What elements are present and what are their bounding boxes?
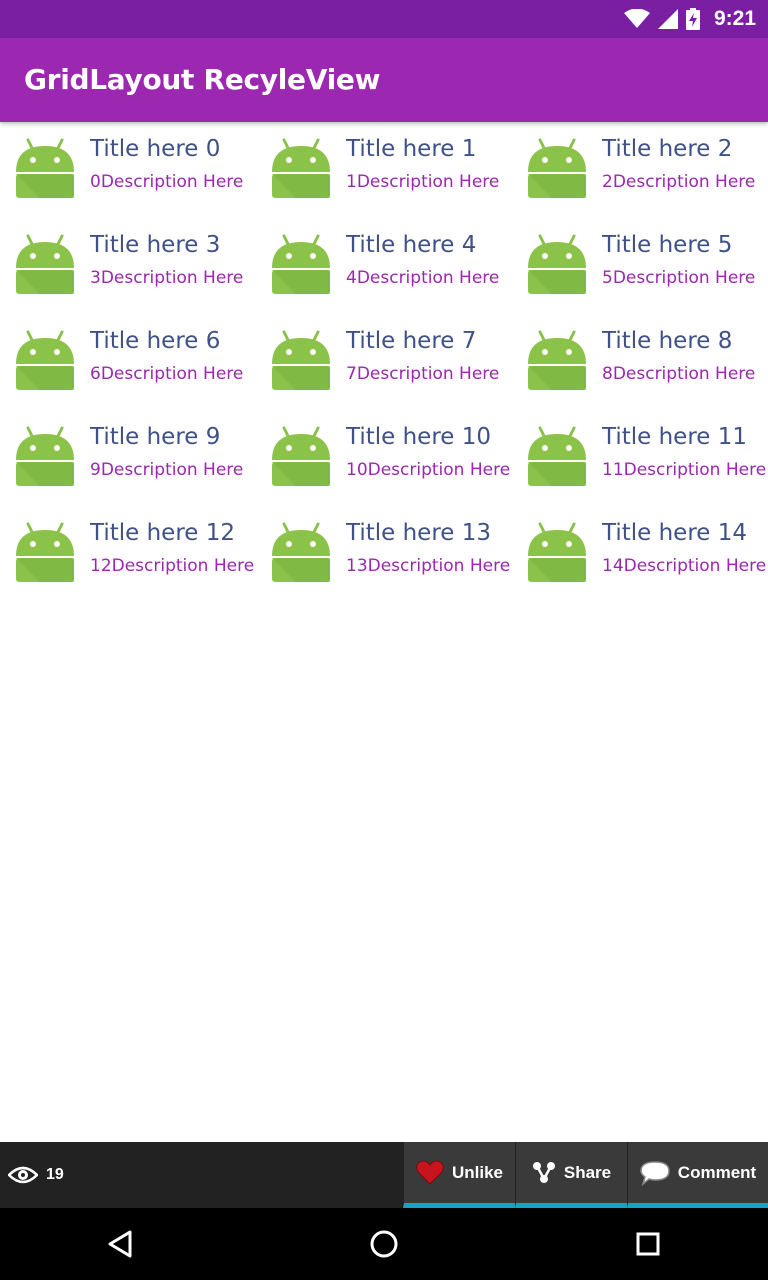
grid-row: Title here 12 12Description Here Title he… bbox=[0, 506, 768, 602]
item-description: 5Description Here bbox=[602, 268, 756, 288]
item-title: Title here 6 bbox=[90, 328, 221, 354]
grid-item[interactable]: Title here 0 0Description Here bbox=[0, 122, 256, 218]
item-title: Title here 9 bbox=[90, 424, 221, 450]
status-bar: 9:21 bbox=[0, 0, 768, 38]
android-robot-icon bbox=[526, 138, 588, 200]
views-counter: 19 bbox=[0, 1142, 403, 1208]
item-description: 1Description Here bbox=[346, 172, 500, 192]
android-robot-icon bbox=[270, 234, 332, 296]
item-description: 12Description Here bbox=[90, 556, 255, 576]
grid-item[interactable]: Title here 10 10Description Here bbox=[256, 410, 512, 506]
grid-row: Title here 0 0Description Here Title here… bbox=[0, 122, 768, 218]
android-robot-icon bbox=[270, 138, 332, 200]
grid-item[interactable]: Title here 9 9Description Here bbox=[0, 410, 256, 506]
signal-icon bbox=[657, 9, 678, 29]
item-title: Title here 8 bbox=[602, 328, 733, 354]
grid-item[interactable]: Title here 5 5Description Here bbox=[512, 218, 768, 314]
comment-label: Comment bbox=[677, 1162, 757, 1182]
share-button[interactable]: Share bbox=[515, 1142, 627, 1208]
item-description: 13Description Here bbox=[346, 556, 511, 576]
android-robot-icon bbox=[14, 522, 76, 584]
item-description: 4Description Here bbox=[346, 268, 500, 288]
item-title: Title here 11 bbox=[602, 424, 748, 450]
android-robot-icon bbox=[526, 522, 588, 584]
android-robot-icon bbox=[14, 234, 76, 296]
grid-item[interactable]: Title here 2 2Description Here bbox=[512, 122, 768, 218]
item-title: Title here 3 bbox=[90, 232, 221, 258]
android-robot-icon bbox=[270, 522, 332, 584]
bottom-action-bar: 19 Unlike Share Comment bbox=[0, 1142, 768, 1208]
status-time: 9:21 bbox=[713, 7, 756, 30]
android-robot-icon bbox=[14, 330, 76, 392]
views-count: 19 bbox=[46, 1166, 64, 1183]
item-description: 10Description Here bbox=[346, 460, 511, 480]
item-title: Title here 1 bbox=[346, 136, 477, 162]
item-description: 0Description Here bbox=[90, 172, 244, 192]
grid-item[interactable]: Title here 14 14Description Here bbox=[512, 506, 768, 602]
home-circle-icon[interactable] bbox=[366, 1226, 402, 1262]
android-robot-icon bbox=[14, 426, 76, 488]
item-title: Title here 5 bbox=[602, 232, 733, 258]
grid-item[interactable]: Title here 12 12Description Here bbox=[0, 506, 256, 602]
grid-item[interactable]: Title here 13 13Description Here bbox=[256, 506, 512, 602]
unlike-label: Unlike bbox=[451, 1162, 504, 1182]
battery-charging-icon bbox=[685, 8, 700, 30]
wifi-icon bbox=[623, 9, 650, 28]
recents-square-icon[interactable] bbox=[630, 1226, 666, 1262]
grid-item[interactable]: Title here 7 7Description Here bbox=[256, 314, 512, 410]
comment-bubble-icon bbox=[640, 1160, 670, 1186]
item-description: 7Description Here bbox=[346, 364, 500, 384]
item-title: Title here 0 bbox=[90, 136, 221, 162]
item-title: Title here 13 bbox=[346, 520, 492, 546]
comment-button[interactable]: Comment bbox=[627, 1142, 768, 1208]
share-icon bbox=[532, 1161, 555, 1183]
item-description: 2Description Here bbox=[602, 172, 756, 192]
item-title: Title here 4 bbox=[346, 232, 477, 258]
item-description: 8Description Here bbox=[602, 364, 756, 384]
item-description: 9Description Here bbox=[90, 460, 244, 480]
item-description: 3Description Here bbox=[90, 268, 244, 288]
item-title: Title here 2 bbox=[602, 136, 733, 162]
app-title: GridLayout RecyleView bbox=[24, 63, 381, 96]
grid-list: Title here 0 0Description Here Title here… bbox=[0, 122, 768, 602]
item-title: Title here 7 bbox=[346, 328, 477, 354]
grid-item[interactable]: Title here 6 6Description Here bbox=[0, 314, 256, 410]
item-title: Title here 14 bbox=[602, 520, 748, 546]
android-robot-icon bbox=[14, 138, 76, 200]
app-bar: GridLayout RecyleView bbox=[0, 38, 768, 122]
back-triangle-icon[interactable] bbox=[102, 1226, 138, 1262]
share-label: Share bbox=[563, 1162, 612, 1182]
grid-item[interactable]: Title here 3 3Description Here bbox=[0, 218, 256, 314]
eye-icon bbox=[8, 1166, 38, 1184]
item-description: 11Description Here bbox=[602, 460, 767, 480]
android-robot-icon bbox=[526, 330, 588, 392]
grid-row: Title here 9 9Description Here Title here… bbox=[0, 410, 768, 506]
android-robot-icon bbox=[270, 426, 332, 488]
grid-item[interactable]: Title here 8 8Description Here bbox=[512, 314, 768, 410]
android-robot-icon bbox=[526, 426, 588, 488]
item-title: Title here 10 bbox=[346, 424, 492, 450]
unlike-button[interactable]: Unlike bbox=[403, 1142, 515, 1208]
heart-icon bbox=[416, 1160, 444, 1185]
grid-row: Title here 3 3Description Here Title here… bbox=[0, 218, 768, 314]
navigation-bar bbox=[0, 1208, 768, 1280]
item-description: 6Description Here bbox=[90, 364, 244, 384]
android-robot-icon bbox=[526, 234, 588, 296]
item-description: 14Description Here bbox=[602, 556, 767, 576]
android-robot-icon bbox=[270, 330, 332, 392]
item-title: Title here 12 bbox=[90, 520, 236, 546]
grid-row: Title here 6 6Description Here Title here… bbox=[0, 314, 768, 410]
grid-item[interactable]: Title here 1 1Description Here bbox=[256, 122, 512, 218]
grid-item[interactable]: Title here 4 4Description Here bbox=[256, 218, 512, 314]
status-icons: 9:21 bbox=[623, 0, 756, 38]
grid-item[interactable]: Title here 11 11Description Here bbox=[512, 410, 768, 506]
